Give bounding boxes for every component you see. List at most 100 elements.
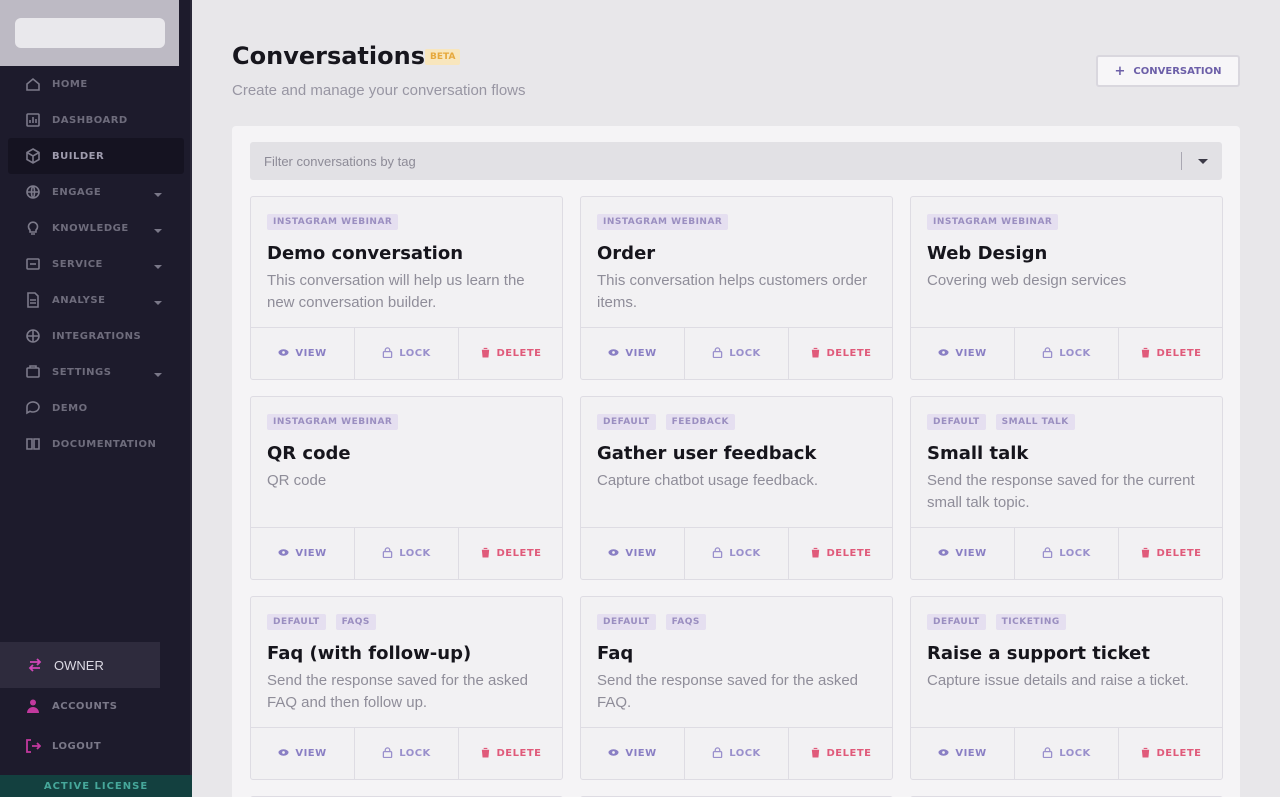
delete-button[interactable]: DELETE <box>1119 728 1222 779</box>
delete-button[interactable]: DELETE <box>459 728 562 779</box>
view-label: VIEW <box>625 748 657 759</box>
lock-button[interactable]: LOCK <box>1015 728 1119 779</box>
delete-button[interactable]: DELETE <box>459 528 562 579</box>
chevron-down-icon[interactable] <box>152 186 164 198</box>
sidebar-item-label: DEMO <box>52 402 88 414</box>
delete-label: DELETE <box>826 748 872 759</box>
sidebar-item-label: ANALYSE <box>52 294 106 306</box>
lock-icon <box>1042 746 1053 761</box>
conversation-card: DEFAULT FEEDBACK Gather user feedback Captu… <box>580 396 893 580</box>
card-tags: INSTAGRAM WEBINAR <box>267 214 399 230</box>
tag-badge: INSTAGRAM WEBINAR <box>267 214 399 230</box>
home-icon <box>24 75 42 93</box>
lock-button[interactable]: LOCK <box>685 728 789 779</box>
delete-button[interactable]: DELETE <box>789 328 892 379</box>
card-tags: DEFAULT FEEDBACK <box>597 414 735 430</box>
card-description: Capture issue details and raise a ticket… <box>927 672 1189 689</box>
chevron-down-icon[interactable] <box>152 366 164 378</box>
sidebar-item-documentation[interactable]: DOCUMENTATION <box>0 426 192 462</box>
eye-icon <box>278 547 289 561</box>
eye-icon <box>938 347 949 361</box>
card-actions: VIEW LOCK DELETE <box>911 727 1222 779</box>
trash-icon <box>1140 347 1151 361</box>
lock-button[interactable]: LOCK <box>355 728 459 779</box>
sidebar-item-service[interactable]: SERVICE <box>0 246 192 282</box>
delete-button[interactable]: DELETE <box>1119 528 1222 579</box>
owner-label: OWNER <box>54 657 104 673</box>
delete-button[interactable]: DELETE <box>1119 328 1222 379</box>
conversation-card: DEFAULT SMALL TALK Small talk Send the resp… <box>910 396 1223 580</box>
view-button[interactable]: VIEW <box>251 728 355 779</box>
lock-button[interactable]: LOCK <box>1015 528 1119 579</box>
lock-icon <box>1042 346 1053 361</box>
sidebar-item-home[interactable]: HOME <box>0 66 192 102</box>
sidebar-item-engage[interactable]: ENGAGE <box>0 174 192 210</box>
lock-icon <box>382 746 393 761</box>
page-subtitle: Create and manage your conversation flow… <box>232 82 526 99</box>
lock-button[interactable]: LOCK <box>355 528 459 579</box>
card-description: This conversation helps customers order … <box>597 272 868 311</box>
sidebar-nav: HOME DASHBOARD BUILDER ENGAGE KNOWLEDGE SERVI… <box>0 66 192 462</box>
conversation-card: DEFAULT TICKETING Raise a support ticket Ca… <box>910 596 1223 780</box>
lock-button[interactable]: LOCK <box>685 328 789 379</box>
delete-label: DELETE <box>826 348 872 359</box>
sidebar-item-settings[interactable]: SETTINGS <box>0 354 192 390</box>
delete-button[interactable]: DELETE <box>459 328 562 379</box>
tag-badge: FAQS <box>335 614 376 630</box>
lock-icon <box>712 546 723 561</box>
service-icon <box>24 255 42 273</box>
lock-icon <box>1042 546 1053 561</box>
delete-button[interactable]: DELETE <box>789 528 892 579</box>
sidebar-item-logout[interactable]: LOGOUT <box>0 728 192 764</box>
owner-switch[interactable]: OWNER <box>0 642 160 688</box>
brand-logo[interactable] <box>0 0 179 66</box>
view-button[interactable]: VIEW <box>911 328 1015 379</box>
lock-label: LOCK <box>399 548 431 559</box>
view-label: VIEW <box>955 748 987 759</box>
view-button[interactable]: VIEW <box>251 328 355 379</box>
view-button[interactable]: VIEW <box>581 528 685 579</box>
view-button[interactable]: VIEW <box>581 328 685 379</box>
lightbulb-icon <box>24 219 42 237</box>
view-button[interactable]: VIEW <box>581 728 685 779</box>
sidebar-item-analyse[interactable]: ANALYSE <box>0 282 192 318</box>
sidebar-item-label: ACCOUNTS <box>52 700 118 712</box>
card-actions: VIEW LOCK DELETE <box>581 527 892 579</box>
chevron-down-icon[interactable] <box>1196 154 1210 168</box>
sidebar-item-knowledge[interactable]: KNOWLEDGE <box>0 210 192 246</box>
trash-icon <box>1140 547 1151 561</box>
new-conversation-button[interactable]: + CONVERSATION <box>1096 55 1240 87</box>
settings-icon <box>24 363 42 381</box>
lock-label: LOCK <box>729 548 761 559</box>
chevron-down-icon[interactable] <box>152 258 164 270</box>
eye-icon <box>278 747 289 761</box>
lock-label: LOCK <box>729 748 761 759</box>
view-button[interactable]: VIEW <box>911 728 1015 779</box>
lock-button[interactable]: LOCK <box>355 328 459 379</box>
sidebar-item-demo[interactable]: DEMO <box>0 390 192 426</box>
tag-filter-select[interactable]: Filter conversations by tag <box>250 142 1222 180</box>
sidebar-item-builder[interactable]: BUILDER <box>8 138 184 174</box>
tag-badge: TICKETING <box>995 614 1066 630</box>
lock-button[interactable]: LOCK <box>685 528 789 579</box>
lock-label: LOCK <box>399 348 431 359</box>
view-button[interactable]: VIEW <box>911 528 1015 579</box>
card-description: QR code <box>267 472 327 489</box>
sidebar-item-label: KNOWLEDGE <box>52 222 129 234</box>
user-icon <box>24 697 42 715</box>
card-actions: VIEW LOCK DELETE <box>581 327 892 379</box>
chevron-down-icon[interactable] <box>152 294 164 306</box>
delete-label: DELETE <box>496 348 542 359</box>
tag-badge: INSTAGRAM WEBINAR <box>927 214 1059 230</box>
sidebar-item-accounts[interactable]: ACCOUNTS <box>0 688 192 724</box>
chevron-down-icon[interactable] <box>152 222 164 234</box>
card-actions: VIEW LOCK DELETE <box>251 527 562 579</box>
card-title: Demo conversation <box>267 243 464 264</box>
lock-icon <box>712 746 723 761</box>
delete-button[interactable]: DELETE <box>789 728 892 779</box>
view-button[interactable]: VIEW <box>251 528 355 579</box>
plus-icon: + <box>1114 63 1126 79</box>
sidebar-item-dashboard[interactable]: DASHBOARD <box>0 102 192 138</box>
sidebar-item-integrations[interactable]: INTEGRATIONS <box>0 318 192 354</box>
lock-button[interactable]: LOCK <box>1015 328 1119 379</box>
